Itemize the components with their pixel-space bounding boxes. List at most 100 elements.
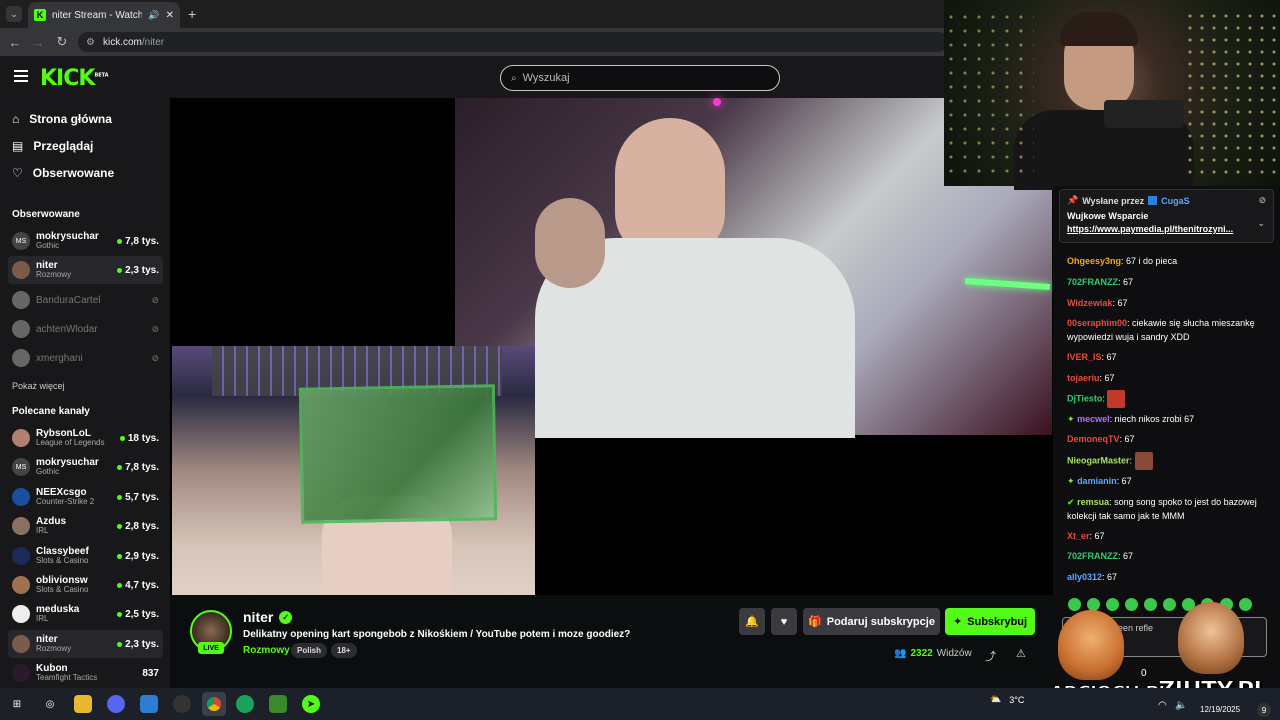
stream-category[interactable]: Rozmowy [243,645,290,656]
nav-home[interactable]: ⌂ Strona główna [12,112,112,126]
forward-icon[interactable]: → [29,33,47,51]
wifi-icon[interactable]: ◠ [1158,700,1167,711]
kick-logo[interactable]: KICKBETA [40,66,109,91]
notification-bell-button[interactable]: 🔔 [739,608,765,635]
show-more-link[interactable]: Pokaż więcej [12,381,65,391]
recommended-channel[interactable]: NEEXcsgo Counter-Strike 2 5,7 tys. [8,483,163,511]
viewer-count: 2,3 tys. [125,264,159,276]
recommended-channel[interactable]: MS mokrysuchar Gothic 7,8 tys. [8,453,163,481]
gift-subs-button[interactable]: 🎁 Podaruj subskrypcje [803,608,940,635]
avatar [12,488,30,506]
start-menu-icon[interactable]: ⊞ [8,695,26,713]
kick-taskbar-icon[interactable]: ➤ [302,695,320,713]
live-dot-icon [117,582,123,588]
chat-username[interactable]: ally0312 [1067,572,1102,582]
avatar [12,517,30,535]
chat-username[interactable]: 702FRANZZ [1067,277,1118,287]
channel-category: League of Legends [36,438,105,448]
tag-age[interactable]: 18+ [331,643,357,658]
chat-text: : 67 [1118,551,1134,561]
following-channel[interactable]: MS mokrysuchar Gothic 7,8 tys. [8,227,163,255]
tab-list-button[interactable]: ⌄ [6,6,22,22]
nav-following[interactable]: ♡ Obserwowane [12,166,114,180]
chat-username[interactable]: DemoneqTV [1067,434,1120,444]
taskbar-clock[interactable]: 12/19/2025 [1200,705,1240,714]
chat-message: NieogarMaster: [1067,452,1272,470]
recommended-channel[interactable]: RybsonLoL League of Legends 18 tys. [8,424,163,452]
chat-username[interactable]: 702FRANZZ [1067,551,1118,561]
pinned-message[interactable]: 📌 Wysłane przez CugaS ⊘ Wujkowe Wsparcie ht… [1059,189,1274,243]
calendar-icon[interactable] [140,695,158,713]
tag-language[interactable]: Polish [291,643,328,658]
site-info-icon[interactable]: ⚙ [86,37,95,48]
verified-icon: ✓ [279,610,293,624]
chat-username[interactable]: mecwel [1077,414,1110,424]
unpin-icon[interactable]: ⊘ [1258,195,1266,206]
pinned-link[interactable]: https://www.paymedia.pl/thenitrozyni... [1067,224,1266,234]
chat-username[interactable]: Widzewiak [1067,298,1112,308]
minecraft-icon[interactable] [269,695,287,713]
follow-button[interactable]: ♥ [771,608,797,635]
avatar [12,605,30,623]
chrome-taskbar-icon[interactable] [202,692,226,716]
home-icon: ⌂ [12,112,20,126]
recommended-channel[interactable]: niter Rozmowy 2,3 tys. [8,630,163,658]
chat-username[interactable]: 00seraphim00 [1067,318,1127,328]
chat-username[interactable]: IVER_IS [1067,352,1102,362]
obs-icon[interactable] [173,695,191,713]
recommended-channel[interactable]: Azdus IRL 2,8 tys. [8,512,163,540]
audio-icon[interactable]: 🔊 [148,10,159,21]
live-badge: LIVE [198,642,224,654]
chat-username[interactable]: Xt_er [1067,531,1090,541]
browser-tab[interactable]: K niter Stream - Watch Live on Kick 🔊 ✕ [28,2,180,28]
recommended-channel[interactable]: oblivionsw Slots & Casino 4,7 tys. [8,571,163,599]
nav-browse[interactable]: ▤ Przeglądaj [12,139,93,153]
offline-icon: ⊘ [151,294,159,305]
app-icon[interactable] [236,695,254,713]
channel-category: IRL [36,614,49,624]
channel-name[interactable]: niter [243,609,273,625]
chat-username[interactable]: NieogarMaster [1067,455,1130,465]
menu-icon[interactable] [14,70,28,82]
recommended-channel[interactable]: Kubon Teamfight Tactics 837 [8,659,163,687]
expand-icon[interactable]: ⌄ [1257,218,1265,229]
pin-icon: 📌 [1067,195,1079,205]
following-channel[interactable]: achtenWlodar ⊘ [8,315,163,343]
address-bar[interactable]: ⚙ kick.com/niter [78,32,948,52]
live-dot-icon [117,611,123,617]
search-input[interactable]: ⌕ Wyszukaj [500,65,780,91]
volume-icon[interactable]: 🔈 [1175,700,1187,711]
following-channel[interactable]: niter Rozmowy 2,3 tys. [8,256,163,284]
chat-username[interactable]: Ohgeesy3ng [1067,256,1121,266]
file-explorer-icon[interactable] [74,695,92,713]
channel-name-heading[interactable]: niter ✓ [243,609,293,625]
chat-username[interactable]: DjTiesto [1067,393,1102,403]
back-icon[interactable]: ← [6,33,24,51]
nav-browse-label: Przeglądaj [33,139,94,153]
report-icon[interactable]: ⚠ [1016,647,1026,660]
avatar: MS [12,458,30,476]
close-tab-icon[interactable]: ✕ [166,10,174,21]
search-taskbar-icon[interactable]: ◎ [41,695,59,713]
notification-count[interactable]: 9 [1257,703,1271,717]
emote-icon [1107,390,1126,408]
live-dot-icon [117,523,123,529]
channel-category: Slots & Casino [36,585,89,595]
following-channel[interactable]: BanduraCartel ⊘ [8,286,163,314]
os-taskbar [0,688,1280,720]
chat-username[interactable]: tojaeriu [1067,373,1100,383]
chat-username[interactable]: remsua [1077,497,1109,507]
subscribe-button[interactable]: ✦ Subskrybuj [945,608,1035,635]
chat-username[interactable]: damianin [1077,476,1117,486]
recommended-channel[interactable]: Classybeef Slots & Casino 2,9 tys. [8,542,163,570]
recommended-channel[interactable]: meduska IRL 2,5 tys. [8,600,163,628]
pinned-line1: Wujkowe Wsparcie [1067,211,1149,221]
share-icon[interactable]: ⤴ [985,648,996,664]
viewer-count: 7,8 tys. [125,461,159,473]
new-tab-button[interactable]: + [188,6,196,22]
reload-icon[interactable]: ↻ [53,33,71,51]
chat-message: Xt_er: 67 [1067,529,1272,543]
following-channel[interactable]: xmerghani ⊘ [8,344,163,372]
discord-icon[interactable] [107,695,125,713]
channel-name: Azdus [36,516,66,528]
